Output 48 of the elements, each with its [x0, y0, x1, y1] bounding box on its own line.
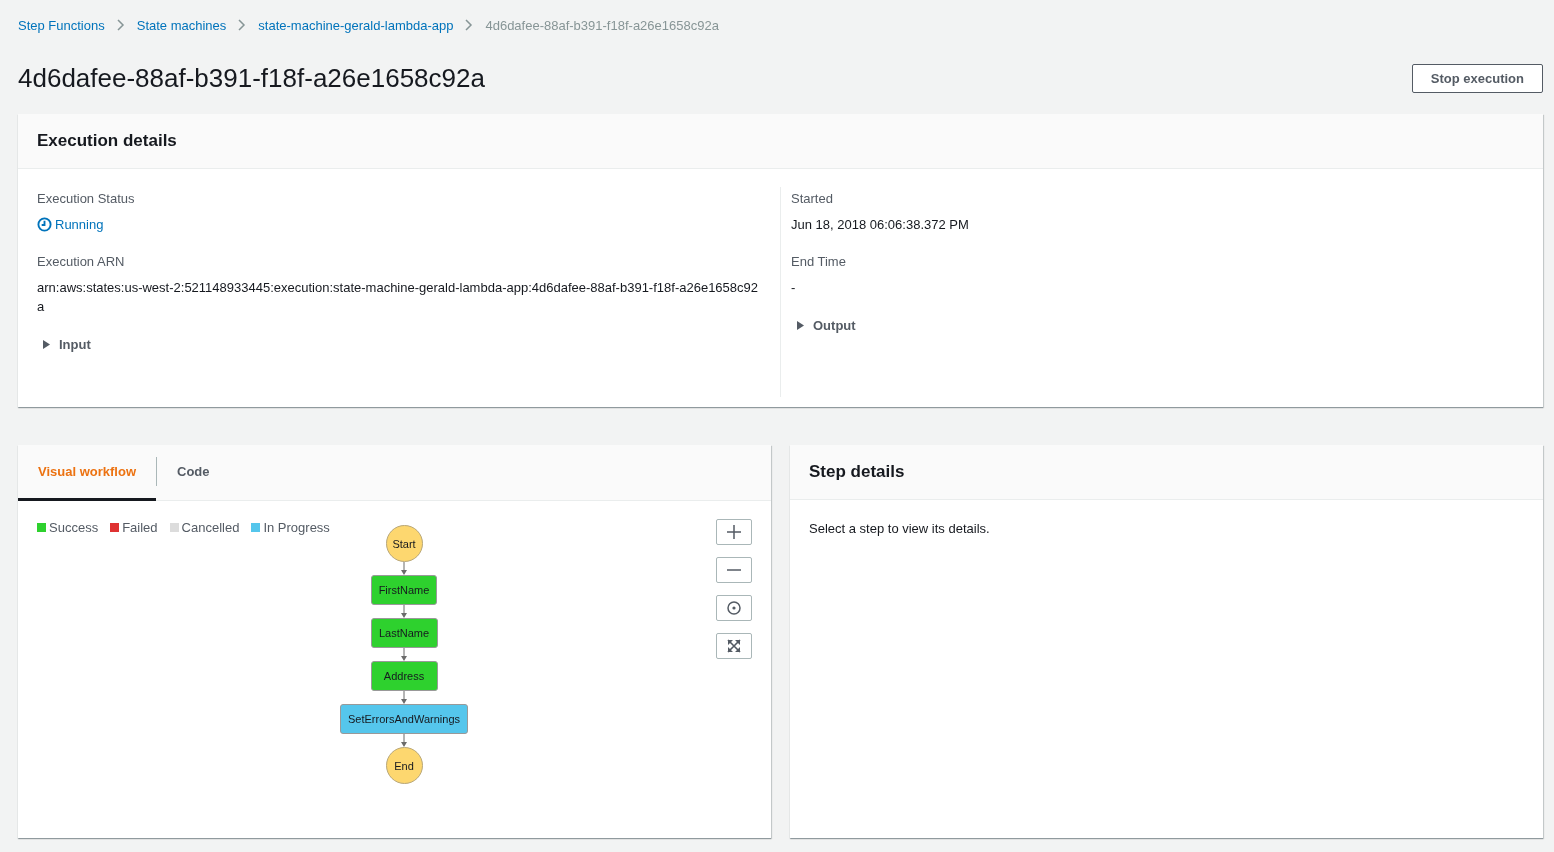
zoom-in-button[interactable] — [716, 519, 752, 545]
field-value: arn:aws:states:us-west-2:521148933445:execution:state-machine-gerald-lambda-app:4d6dafee-88af-b391-f18f-a26e1658c92a — [37, 279, 759, 316]
breadcrumb-link[interactable]: State machines — [136, 17, 227, 33]
field-label: Execution ARN — [37, 254, 126, 269]
target-icon — [727, 601, 741, 615]
tab[interactable]: Code — [157, 445, 230, 501]
workflow-step[interactable]: LastName — [370, 618, 438, 648]
legend-label: Success — [49, 519, 99, 535]
legend-label: Failed — [122, 519, 158, 535]
field-value: - — [791, 279, 797, 297]
status-text: Running — [55, 216, 104, 234]
zoom-out-button[interactable] — [716, 557, 752, 583]
fit-button[interactable] — [716, 633, 752, 659]
page-title: 4d6dafee-88af-b391-f18f-a26e1658c92a — [18, 62, 485, 94]
connector-arrow — [400, 648, 408, 661]
panel-heading: Step details — [790, 445, 1543, 500]
plus-icon — [727, 525, 741, 539]
terminal-node[interactable]: Start — [385, 525, 423, 562]
field-label: End Time — [791, 254, 847, 269]
caret-right-icon — [42, 340, 51, 349]
expand-toggle[interactable]: Output — [791, 317, 1524, 334]
step-details-message: Select a step to view its details. — [809, 521, 991, 536]
connector-arrow — [400, 605, 408, 618]
legend-label: Cancelled — [181, 519, 240, 535]
chevron-right-icon — [238, 19, 247, 31]
workflow-step[interactable]: Address — [370, 661, 438, 691]
clock-icon — [37, 217, 52, 232]
chevron-right-icon — [116, 19, 125, 31]
workflow-step[interactable]: FirstName — [370, 575, 438, 605]
terminal-node[interactable]: End — [385, 747, 423, 784]
center-button[interactable] — [716, 595, 752, 621]
chevron-right-icon — [465, 19, 474, 31]
connector-arrow — [400, 734, 408, 747]
legend-label: In Progress — [263, 519, 330, 535]
field-label: Execution Status — [37, 191, 136, 206]
breadcrumb-current: 4d6dafee-88af-b391-f18f-a26e1658c92a — [485, 17, 719, 33]
expand-toggle[interactable]: Input — [37, 336, 761, 353]
stop-execution-button[interactable]: Stop execution — [1411, 63, 1543, 93]
panel-heading: Execution details — [18, 114, 1543, 169]
breadcrumb-link[interactable]: Step Functions — [18, 17, 105, 33]
connector-arrow — [400, 691, 408, 704]
field-value: Jun 18, 2018 06:06:38.372 PM — [791, 216, 970, 234]
caret-right-icon — [796, 321, 805, 330]
breadcrumb-link[interactable]: state-machine-gerald-lambda-app — [258, 17, 454, 33]
field-label: Started — [791, 191, 834, 206]
connector-arrow — [400, 562, 408, 575]
workflow-step[interactable]: SetErrorsAndWarnings — [339, 704, 469, 734]
expand-arrows-icon — [727, 639, 741, 653]
